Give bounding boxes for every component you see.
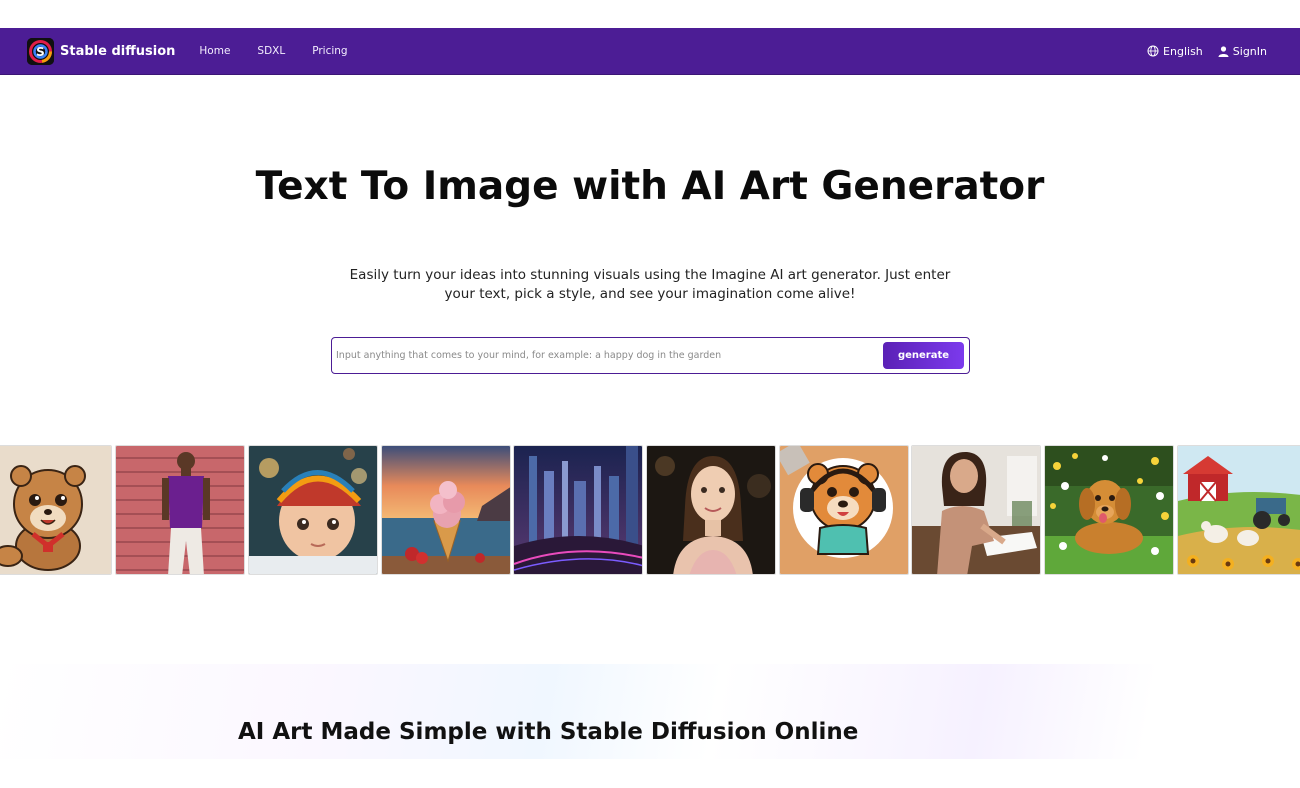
language-label: English (1163, 44, 1203, 58)
golden-retriever-garden-image[interactable] (1044, 445, 1174, 575)
ice-cream-sunset-image[interactable] (381, 445, 511, 575)
signin-button[interactable]: SignIn (1218, 45, 1267, 58)
user-icon (1218, 45, 1229, 57)
generate-button[interactable]: generate (883, 342, 964, 369)
signin-label: SignIn (1232, 44, 1267, 58)
man-purple-shirt-image[interactable] (115, 445, 245, 575)
swirl-logo-icon: S (27, 37, 54, 65)
nav-link-home[interactable]: Home (199, 45, 230, 57)
top-navbar: S Stable diffusion Home SDXL Pricing Eng… (0, 28, 1300, 75)
nav-link-sdxl[interactable]: SDXL (257, 45, 285, 57)
language-selector[interactable]: English (1147, 45, 1203, 58)
cartoon-quokka-image[interactable] (0, 445, 112, 575)
nav-link-pricing[interactable]: Pricing (312, 45, 347, 57)
svg-text:S: S (36, 45, 45, 59)
section-title: AI Art Made Simple with Stable Diffusion… (238, 719, 859, 745)
woman-portrait-image[interactable] (646, 445, 776, 575)
bear-headphones-sticker-image[interactable] (779, 445, 909, 575)
cartoon-farm-image[interactable] (1177, 445, 1300, 575)
woman-drawing-desk-image[interactable] (911, 445, 1041, 575)
globe-icon (1147, 45, 1159, 57)
baby-knit-hat-image[interactable] (248, 445, 378, 575)
page-title: Text To Image with AI Art Generator (255, 164, 1045, 209)
example-gallery (0, 445, 1300, 575)
futuristic-city-image[interactable] (513, 445, 643, 575)
hero-subtitle: Easily turn your ideas into stunning vis… (349, 267, 951, 302)
brand-link[interactable]: S Stable diffusion (27, 37, 176, 65)
prompt-search-bar: generate (331, 337, 970, 374)
brand-name: Stable diffusion (60, 43, 176, 59)
prompt-input[interactable] (332, 338, 883, 373)
